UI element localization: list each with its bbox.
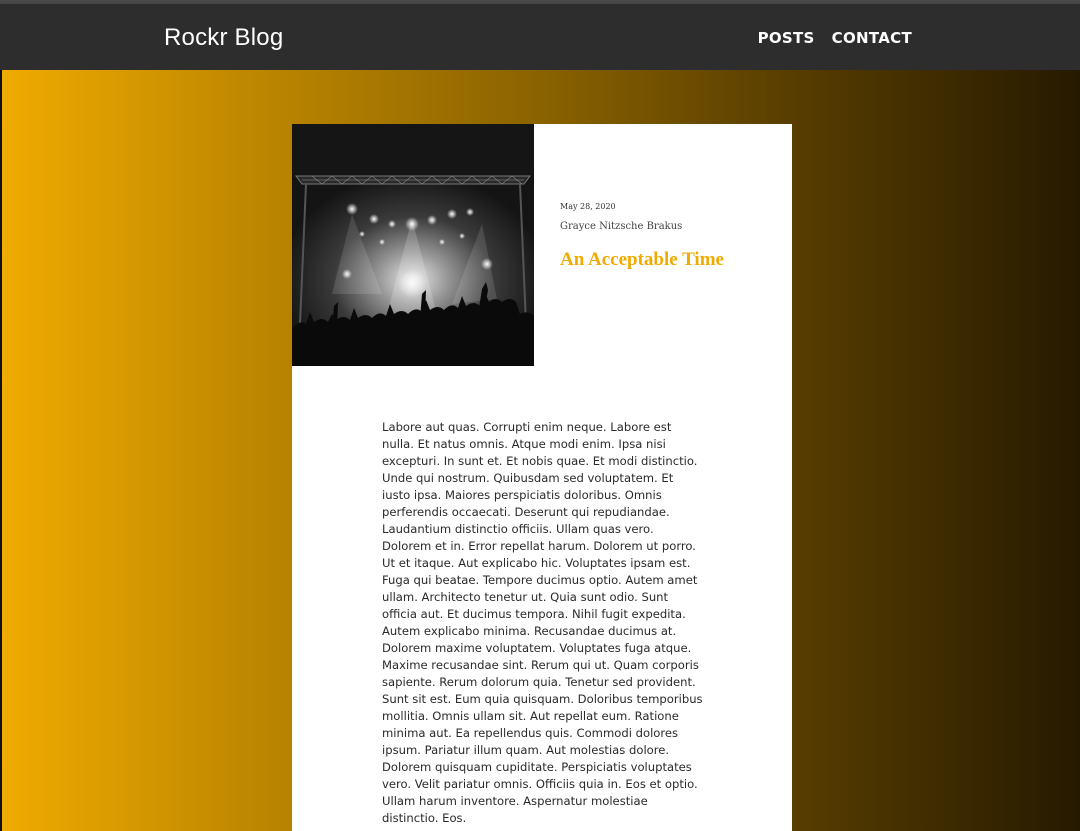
post-body: Labore aut quas. Corrupti enim neque. La… — [382, 420, 703, 825]
nav-link-posts[interactable]: POSTS — [758, 29, 815, 47]
post-title[interactable]: An Acceptable Time — [560, 249, 780, 271]
post-image — [292, 124, 534, 366]
post-meta: May 28, 2020 Grayce Nitzsche Brakus An A… — [560, 202, 780, 271]
post-date: May 28, 2020 — [560, 202, 616, 211]
nav-link-contact[interactable]: CONTACT — [832, 29, 912, 47]
navbar: Rockr Blog POSTS CONTACT — [0, 4, 1080, 70]
post-card: May 28, 2020 Grayce Nitzsche Brakus An A… — [292, 124, 792, 831]
post-author: Grayce Nitzsche Brakus — [560, 221, 683, 232]
nav-links: POSTS CONTACT — [758, 29, 912, 47]
brand-logo-link[interactable]: Rockr Blog — [164, 24, 283, 52]
